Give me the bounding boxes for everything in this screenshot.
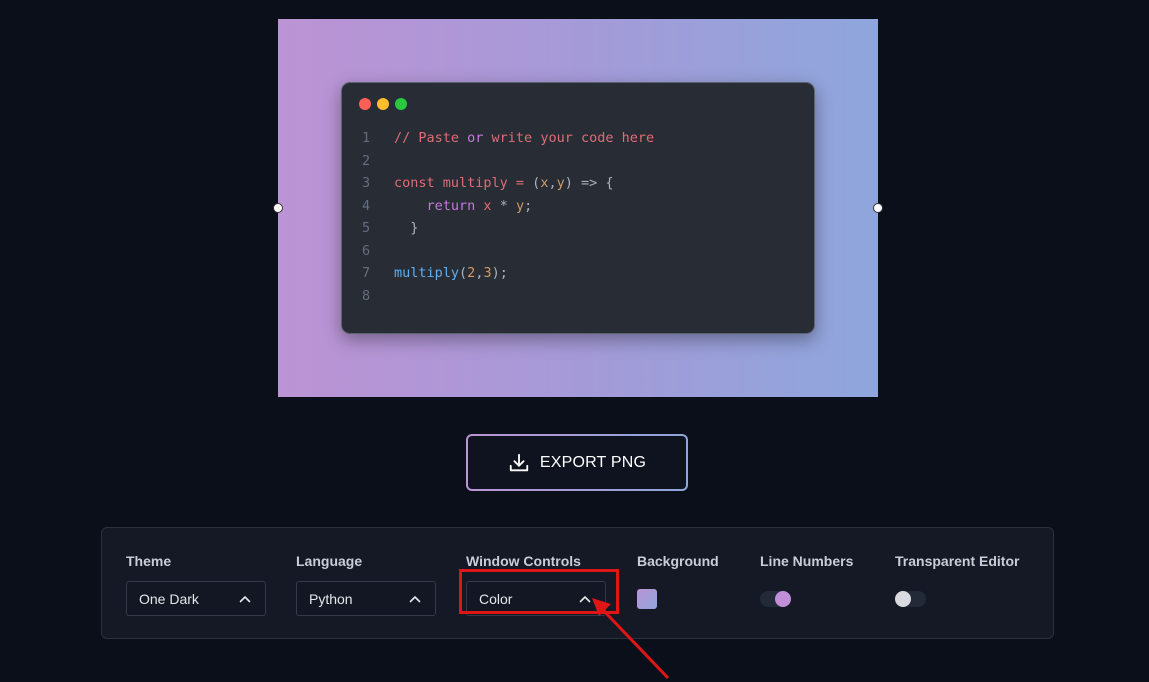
code-token: or [467, 130, 484, 146]
transparent-editor-label: Transparent Editor [895, 553, 1020, 569]
line-number: 4 [362, 197, 371, 214]
window-controls-setting: Window Controls Color [466, 553, 606, 616]
code-token: return [426, 197, 476, 214]
theme-label: Theme [126, 553, 172, 569]
transparent-editor-setting: Transparent Editor [895, 553, 1019, 607]
resize-handle-left[interactable] [273, 203, 283, 213]
line-number: 8 [362, 287, 371, 304]
minimize-dot-icon [377, 98, 389, 110]
code-token: // Paste [394, 130, 468, 146]
code-token: 3 [483, 265, 492, 281]
toggle-knob [775, 591, 791, 607]
code-token: y [556, 175, 565, 191]
close-dot-icon [359, 98, 371, 110]
line-number: 6 [362, 242, 371, 259]
code-line: 1 // Paste or write your code here [342, 127, 814, 150]
window-controls-label: Window Controls [466, 553, 581, 569]
code-token: * [491, 197, 516, 214]
background-label: Background [637, 553, 719, 569]
theme-select[interactable]: One Dark [126, 581, 266, 616]
code-token: } [394, 220, 419, 236]
resize-handle-right[interactable] [873, 203, 883, 213]
transparent-editor-toggle[interactable] [895, 591, 926, 607]
window-controls-select-value: Color [479, 590, 513, 607]
window-controls [359, 98, 407, 110]
export-button-label: EXPORT PNG [539, 453, 647, 471]
code-image-canvas: 1 // Paste or write your code here 2 3 c… [273, 19, 883, 397]
line-number: 2 [362, 152, 371, 169]
code-token: , [548, 175, 557, 191]
line-number: 7 [362, 265, 371, 281]
chevron-up-icon [409, 595, 421, 602]
line-numbers-toggle[interactable] [760, 591, 791, 607]
line-numbers-label: Line Numbers [760, 553, 854, 569]
language-select[interactable]: Python [296, 581, 436, 616]
chevron-up-icon [239, 595, 251, 602]
line-numbers-setting: Line Numbers [760, 553, 853, 607]
code-token: ; [524, 197, 533, 214]
background-setting: Background [637, 553, 719, 609]
code-token: y [515, 197, 525, 214]
code-editor-window[interactable]: 1 // Paste or write your code here 2 3 c… [341, 82, 815, 334]
chevron-up-icon [579, 595, 591, 602]
app-root: 1 // Paste or write your code here 2 3 c… [0, 0, 1149, 682]
language-select-value: Python [309, 590, 353, 607]
code-line: 7 multiply(2,3); [342, 262, 814, 285]
background-color-swatch[interactable] [637, 589, 657, 609]
code-line: 8 [342, 285, 814, 308]
theme-setting: Theme One Dark [126, 553, 266, 616]
code-line: 5 } [342, 217, 814, 240]
code-token: multiply [394, 265, 460, 281]
maximize-dot-icon [395, 98, 407, 110]
code-line: 4 return x * y; [342, 195, 814, 218]
settings-panel: Theme One Dark Language Python Window Co… [101, 527, 1054, 639]
code-area[interactable]: 1 // Paste or write your code here 2 3 c… [342, 127, 814, 307]
code-line: 6 [342, 240, 814, 263]
language-label: Language [296, 553, 363, 569]
line-number: 5 [362, 220, 371, 236]
code-token: ( [459, 265, 468, 281]
theme-select-value: One Dark [139, 590, 199, 607]
language-setting: Language Python [296, 553, 436, 616]
download-icon [509, 453, 528, 471]
window-controls-select[interactable]: Color [466, 581, 606, 616]
code-token: ) => { [564, 175, 614, 191]
toggle-knob [895, 591, 911, 607]
code-line: 3 const multiply = (x,y) => { [342, 172, 814, 195]
code-token: const multiply = [394, 175, 533, 191]
line-number: 1 [362, 130, 371, 146]
code-token: x [475, 197, 492, 214]
code-token: ); [491, 265, 508, 281]
export-png-button[interactable]: EXPORT PNG [466, 434, 688, 491]
code-token: write your code here [483, 130, 655, 146]
line-number: 3 [362, 175, 371, 191]
code-line: 2 [342, 150, 814, 173]
